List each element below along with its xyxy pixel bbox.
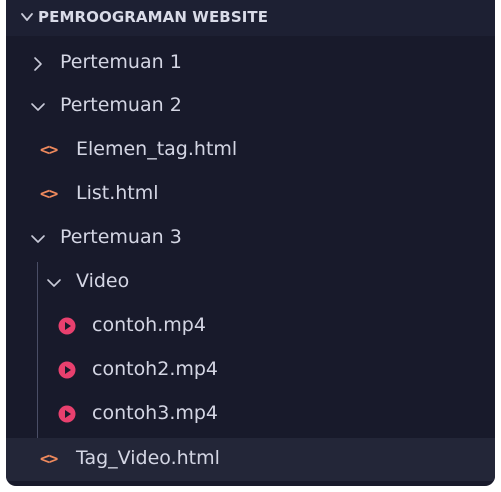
file-contoh3-mp4[interactable]: contoh3.mp4 <box>6 393 495 436</box>
chevron-down-icon <box>21 13 33 21</box>
file-tag-video-html[interactable]: <> Tag_Video.html <box>6 438 495 481</box>
html-file-icon: <> <box>40 449 58 468</box>
file-label: List.html <box>76 182 159 204</box>
explorer-section-header[interactable]: PEMROOGRAMAN WEBSITE <box>6 0 495 36</box>
file-label: contoh3.mp4 <box>92 402 219 424</box>
folder-label: Pertemuan 3 <box>60 226 182 248</box>
folder-label: Video <box>76 270 130 292</box>
file-elemen-tag-html[interactable]: <> Elemen_tag.html <box>6 129 495 172</box>
folder-video[interactable]: Video <box>6 261 495 304</box>
file-label: contoh.mp4 <box>92 314 206 336</box>
video-file-icon <box>58 405 76 423</box>
html-file-icon: <> <box>40 140 58 159</box>
video-file-icon <box>58 317 76 335</box>
folder-label: Pertemuan 1 <box>60 51 182 73</box>
video-file-icon <box>58 361 76 379</box>
chevron-down-icon <box>31 103 45 111</box>
file-contoh2-mp4[interactable]: contoh2.mp4 <box>6 349 495 392</box>
file-explorer: PEMROOGRAMAN WEBSITE Pertemuan 1 Pertemu… <box>6 0 495 486</box>
folder-pertemuan-2[interactable]: Pertemuan 2 <box>6 85 495 128</box>
file-label: contoh2.mp4 <box>92 358 219 380</box>
folder-pertemuan-3[interactable]: Pertemuan 3 <box>6 217 495 260</box>
chevron-down-icon <box>47 279 61 287</box>
folder-label: Pertemuan 2 <box>60 94 182 116</box>
file-list-html[interactable]: <> List.html <box>6 173 495 216</box>
html-file-icon: <> <box>40 184 58 203</box>
folder-pertemuan-1[interactable]: Pertemuan 1 <box>6 42 495 85</box>
file-contoh-mp4[interactable]: contoh.mp4 <box>6 305 495 348</box>
chevron-right-icon <box>34 57 42 71</box>
chevron-down-icon <box>31 235 45 243</box>
explorer-section-title: PEMROOGRAMAN WEBSITE <box>38 8 269 26</box>
file-label: Elemen_tag.html <box>76 138 238 160</box>
file-label: Tag_Video.html <box>76 447 220 469</box>
